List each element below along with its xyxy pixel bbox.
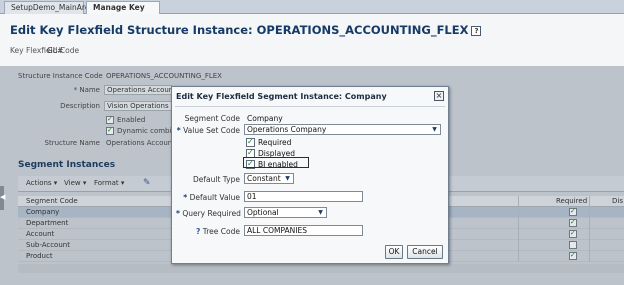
value-set-code-select[interactable]: Operations Company ▼ bbox=[244, 124, 441, 135]
view-menu[interactable]: View ▾ bbox=[64, 179, 86, 187]
default-type-select[interactable]: Constant ▼ bbox=[244, 173, 294, 184]
structure-name-label: Structure Name bbox=[44, 139, 100, 147]
required-checkbox[interactable] bbox=[569, 251, 577, 260]
chevron-down-icon[interactable]: ▼ bbox=[430, 126, 439, 133]
ok-button[interactable]: OK bbox=[385, 245, 403, 259]
segment-code-label: Segment Code bbox=[184, 114, 240, 123]
dynamic-combination-checkbox[interactable] bbox=[106, 126, 114, 135]
column-divider bbox=[589, 196, 590, 262]
segment-code-cell: Company bbox=[26, 208, 60, 216]
query-required-label-text: Query Required bbox=[182, 209, 241, 218]
required-checkbox[interactable] bbox=[569, 229, 577, 238]
column-divider bbox=[518, 196, 519, 262]
segment-code-cell: Account bbox=[26, 230, 55, 238]
key-flexfield-code-value: GL# bbox=[47, 46, 64, 55]
page-title-text: Edit Key Flexfield Structure Instance: O… bbox=[10, 23, 469, 37]
structure-instance-code-value: OPERATIONS_ACCOUNTING_FLEX bbox=[106, 72, 222, 80]
query-required-label: * Query Required bbox=[176, 209, 241, 218]
dialog-divider bbox=[175, 106, 445, 107]
column-segment-code[interactable]: Segment Code bbox=[26, 197, 78, 205]
column-required[interactable]: Required bbox=[556, 197, 587, 205]
close-icon[interactable]: × bbox=[434, 91, 444, 101]
collapse-arrow-icon[interactable]: ◀ bbox=[0, 193, 5, 201]
name-field[interactable]: Operations Account bbox=[104, 85, 172, 95]
default-type-label: Default Type bbox=[192, 175, 240, 184]
edit-segment-instance-dialog: Edit Key Flexfield Segment Instance: Com… bbox=[171, 86, 449, 264]
cancel-button[interactable]: Cancel bbox=[407, 245, 443, 259]
tree-code-label: Tree Code bbox=[202, 227, 240, 236]
chevron-down-icon[interactable]: ▼ bbox=[316, 209, 325, 216]
chevron-down-icon[interactable]: ▼ bbox=[283, 175, 292, 182]
page-header: Edit Key Flexfield Structure Instance: O… bbox=[0, 14, 624, 66]
required-marker: * bbox=[176, 126, 181, 135]
description-label: Description bbox=[60, 102, 100, 110]
required-checkbox[interactable] bbox=[569, 241, 577, 249]
value-set-code-label-text: Value Set Code bbox=[183, 126, 240, 135]
value-set-code-value: Operations Company bbox=[247, 125, 327, 134]
segment-code-cell: Sub-Account bbox=[26, 241, 70, 249]
value-set-code-label: * Value Set Code bbox=[176, 126, 240, 135]
focus-outline bbox=[243, 157, 309, 168]
actions-menu[interactable]: Actions ▾ bbox=[26, 179, 57, 187]
column-displayed[interactable]: Dis bbox=[612, 197, 623, 205]
enabled-label: Enabled bbox=[117, 116, 146, 124]
dialog-title: Edit Key Flexfield Segment Instance: Com… bbox=[176, 92, 387, 101]
table-footer bbox=[18, 264, 624, 273]
required-checkbox[interactable] bbox=[569, 207, 577, 216]
name-label: * Name bbox=[73, 86, 100, 94]
description-field[interactable]: Vision Operations A bbox=[104, 101, 172, 111]
page-title: Edit Key Flexfield Structure Instance: O… bbox=[10, 23, 482, 37]
default-value-label-text: Default Value bbox=[189, 193, 240, 202]
enabled-checkbox[interactable] bbox=[106, 115, 114, 124]
default-value-input[interactable]: 01 bbox=[244, 191, 363, 202]
segment-instances-header: Segment Instances bbox=[18, 160, 116, 170]
tab-bar: SetupDemo_MainArea Manage Key Flexfields bbox=[0, 0, 624, 24]
tree-code-input[interactable]: ALL COMPANIES bbox=[244, 225, 363, 236]
required-checkbox-label: Required bbox=[258, 138, 292, 147]
pencil-icon[interactable]: ✎ bbox=[143, 178, 153, 188]
required-marker: * bbox=[183, 193, 188, 202]
default-value-label: * Default Value bbox=[176, 193, 240, 202]
query-required-select[interactable]: Optional ▼ bbox=[244, 207, 327, 218]
required-marker: * bbox=[176, 209, 180, 218]
required-checkbox[interactable] bbox=[246, 137, 255, 147]
segment-code-cell: Product bbox=[26, 252, 53, 260]
default-type-value: Constant bbox=[247, 174, 281, 183]
structure-name-value: Operations Accoun bbox=[106, 139, 173, 147]
help-icon[interactable]: ? bbox=[471, 26, 482, 36]
structure-instance-code-label: Structure Instance Code bbox=[18, 72, 103, 80]
segment-code-value: Company bbox=[247, 114, 283, 123]
key-flexfield-code-label: Key Flexfield Code bbox=[10, 46, 80, 55]
tab-setupdemo-mainarea[interactable]: SetupDemo_MainArea bbox=[4, 1, 94, 14]
tab-manage-key-flexfields[interactable]: Manage Key Flexfields bbox=[86, 1, 160, 24]
format-menu[interactable]: Format ▾ bbox=[94, 179, 124, 187]
query-required-value: Optional bbox=[247, 208, 279, 217]
required-checkbox[interactable] bbox=[569, 218, 577, 227]
segment-code-cell: Department bbox=[26, 219, 69, 227]
